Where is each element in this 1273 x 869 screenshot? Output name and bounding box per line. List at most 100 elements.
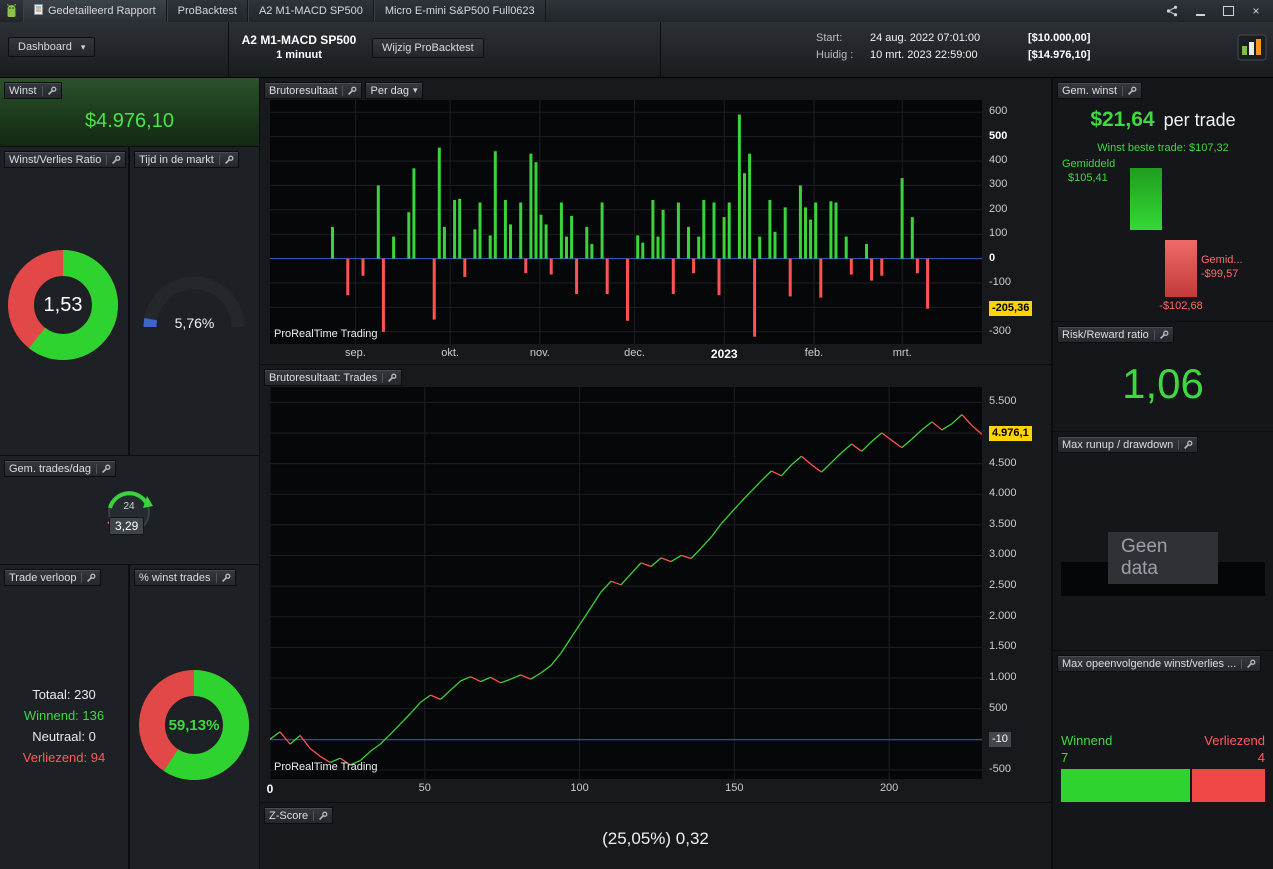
risk-reward-value: 1,06	[1122, 360, 1204, 407]
winnend-count: 7	[1061, 750, 1069, 765]
tab-gedetailleerd-rapport[interactable]: Gedetailleerd Rapport	[23, 0, 167, 22]
maximize-button[interactable]	[1221, 4, 1235, 18]
proorder-icon[interactable]	[1237, 34, 1267, 64]
streak-chip: Max opeenvolgende winst/verlies ...	[1057, 655, 1262, 672]
pct-winst-settings-button[interactable]	[215, 572, 231, 583]
prorealtime-watermark: ProRealTime Trading	[274, 328, 378, 340]
max-opeenvolgende-panel: Max opeenvolgende winst/verlies ... Winn…	[1053, 651, 1273, 869]
tijd-settings-button[interactable]	[218, 154, 234, 165]
winst-verlies-ratio-panel: Winst/Verlies Ratio 1,53	[0, 147, 128, 455]
gem-winst-settings-button[interactable]	[1122, 85, 1137, 96]
z-score-settings-button[interactable]	[313, 810, 328, 821]
tijd-panel-label: Tijd in de markt	[139, 153, 214, 166]
main-toolbar: Dashboard ▾ A2 M1-MACD SP500 1 minuut Wi…	[0, 22, 1273, 78]
svg-text:24: 24	[123, 501, 135, 512]
runup-chip: Max runup / drawdown	[1057, 436, 1199, 453]
ratio-settings-button[interactable]	[106, 154, 121, 165]
z-score-value: (25,05%) 0,32	[602, 829, 709, 848]
per-dag-dropdown[interactable]: Per dag ▾	[365, 82, 423, 99]
eq-settings-button[interactable]	[382, 372, 397, 383]
verloop-panel-label: Trade verloop	[9, 571, 77, 584]
gemiddeld-loss-label: Gemid...	[1201, 254, 1243, 266]
chevron-down-icon: ▾	[80, 41, 86, 52]
runup-settings-button[interactable]	[1178, 439, 1193, 450]
dashboard-label: Dashboard	[18, 41, 72, 53]
winst-value: $4.976,10	[85, 110, 174, 132]
gem-winst-suffix: per trade	[1163, 110, 1236, 130]
probacktest-report-window: Gedetailleerd Rapport ProBacktest A2 M1-…	[0, 0, 1273, 869]
risk-reward-settings-button[interactable]	[1153, 329, 1169, 340]
winst-verlies-donut: 1,53	[7, 249, 119, 361]
dashboard-dropdown[interactable]: Dashboard ▾	[8, 37, 96, 57]
ratio-value: 1,53	[43, 293, 83, 316]
brutoresultaat-trades-panel: Brutoresultaat: Trades 5.500 4.976,1 4.500…	[260, 365, 1051, 802]
winnend-label: Winnend	[1061, 733, 1113, 748]
left-column: Winst $4.976,10 Winst/Verlies Ratio 1,53…	[0, 78, 259, 869]
clock-24h-icon: 24	[107, 491, 153, 533]
backtest-title: A2 M1-MACD SP500 1 minuut	[230, 33, 368, 61]
winnend-bar	[1061, 769, 1190, 802]
tab-micro-emini-sp500[interactable]: Micro E-mini S&P500 Full0623	[373, 0, 546, 22]
avg-loss-bar	[1165, 240, 1197, 297]
window-tab-bar: Gedetailleerd Rapport ProBacktest A2 M1-…	[0, 0, 1273, 23]
verliezend-count: 4	[1257, 750, 1265, 765]
tijd-panel-chip: Tijd in de markt	[134, 151, 239, 168]
share-icon[interactable]	[1165, 4, 1179, 18]
pct-winst-trades-panel: % winst trades 59,13%	[130, 565, 259, 869]
totaal-row: Totaal: 230	[32, 687, 96, 702]
gem-trades-dag-panel: Gem. trades/dag 24 3,29	[0, 456, 259, 564]
risk-reward-chip: Risk/Reward ratio	[1057, 326, 1174, 343]
streak-bars	[1061, 769, 1265, 802]
trades-dag-panel-label: Gem. trades/dag	[9, 462, 91, 475]
bar-chart-y-axis: 600 500 400 300 200 100 0 -100 -205,36 -300	[986, 78, 1048, 364]
streak-label: Max opeenvolgende winst/verlies ...	[1062, 657, 1237, 670]
minimize-button[interactable]	[1193, 4, 1207, 18]
verliezend-row: Verliezend: 94	[22, 750, 106, 765]
max-runup-drawdown-panel: Max runup / drawdown Geen data	[1053, 432, 1273, 650]
close-button[interactable]: ×	[1249, 4, 1263, 18]
daily-result-bar-chart[interactable]	[270, 100, 982, 344]
trades-dag-panel-chip: Gem. trades/dag	[4, 460, 116, 477]
tab-label: A2 M1-MACD SP500	[258, 5, 363, 17]
app-icon	[0, 0, 23, 22]
verloop-panel-chip: Trade verloop	[4, 569, 102, 586]
tab-label: Micro E-mini S&P500 Full0623	[384, 5, 535, 17]
tab-label: Gedetailleerd Rapport	[48, 5, 156, 17]
brutoresultaat-settings-button[interactable]	[342, 85, 357, 96]
verloop-settings-button[interactable]	[81, 572, 96, 583]
window-controls: ×	[1165, 0, 1273, 22]
brutoresultaat-label: Brutoresultaat	[269, 84, 338, 97]
winst-panel-chip: Winst	[4, 82, 62, 99]
gem-winst-label: Gem. winst	[1062, 84, 1118, 97]
ratio-panel-label: Winst/Verlies Ratio	[9, 153, 102, 166]
backtest-name: A2 M1-MACD SP500	[241, 33, 357, 47]
toolbar-separator	[660, 22, 661, 77]
winst-settings-button[interactable]	[41, 85, 57, 96]
start-datetime: 24 aug. 2022 07:01:00	[870, 32, 981, 44]
pct-winst-panel-label: % winst trades	[139, 571, 211, 584]
tab-label: ProBacktest	[177, 5, 237, 17]
report-icon	[34, 4, 43, 18]
right-column: Gem. winst $21,64 per trade Winst beste …	[1053, 78, 1273, 869]
toolbar-separator	[228, 22, 229, 77]
beste-trade-text: Winst beste trade: $107,32	[1097, 142, 1229, 154]
trade-verloop-panel: Trade verloop Totaal: 230 Winnend: 136 N…	[0, 565, 128, 869]
equity-curve-chart[interactable]	[270, 387, 982, 779]
per-dag-label: Per dag	[370, 84, 410, 97]
gemiddeld-loss-value: -$99,57	[1201, 268, 1239, 280]
wijzig-probacktest-button[interactable]: Wijzig ProBacktest	[372, 38, 484, 58]
tab-probacktest[interactable]: ProBacktest	[166, 0, 248, 22]
gem-winst-panel: Gem. winst $21,64 per trade Winst beste …	[1053, 78, 1273, 321]
winnend-row: Winnend: 136	[23, 708, 105, 723]
avg-win-bar	[1130, 168, 1162, 230]
z-score-chip: Z-Score	[264, 807, 334, 824]
brutoresultaat-chip: Brutoresultaat	[264, 82, 363, 99]
tab-a2-m1-macd-sp500[interactable]: A2 M1-MACD SP500	[247, 0, 374, 22]
prorealtime-watermark: ProRealTime Trading	[274, 761, 378, 773]
tijd-value: 5,76%	[174, 315, 215, 331]
brutoresultaat-trades-label: Brutoresultaat: Trades	[269, 371, 378, 384]
current-label: Huidig :	[816, 49, 854, 61]
trades-dag-settings-button[interactable]	[95, 463, 111, 474]
streak-settings-button[interactable]	[1241, 658, 1256, 669]
center-column: Brutoresultaat Per dag ▾ 600 500 400 300 200…	[260, 78, 1051, 869]
